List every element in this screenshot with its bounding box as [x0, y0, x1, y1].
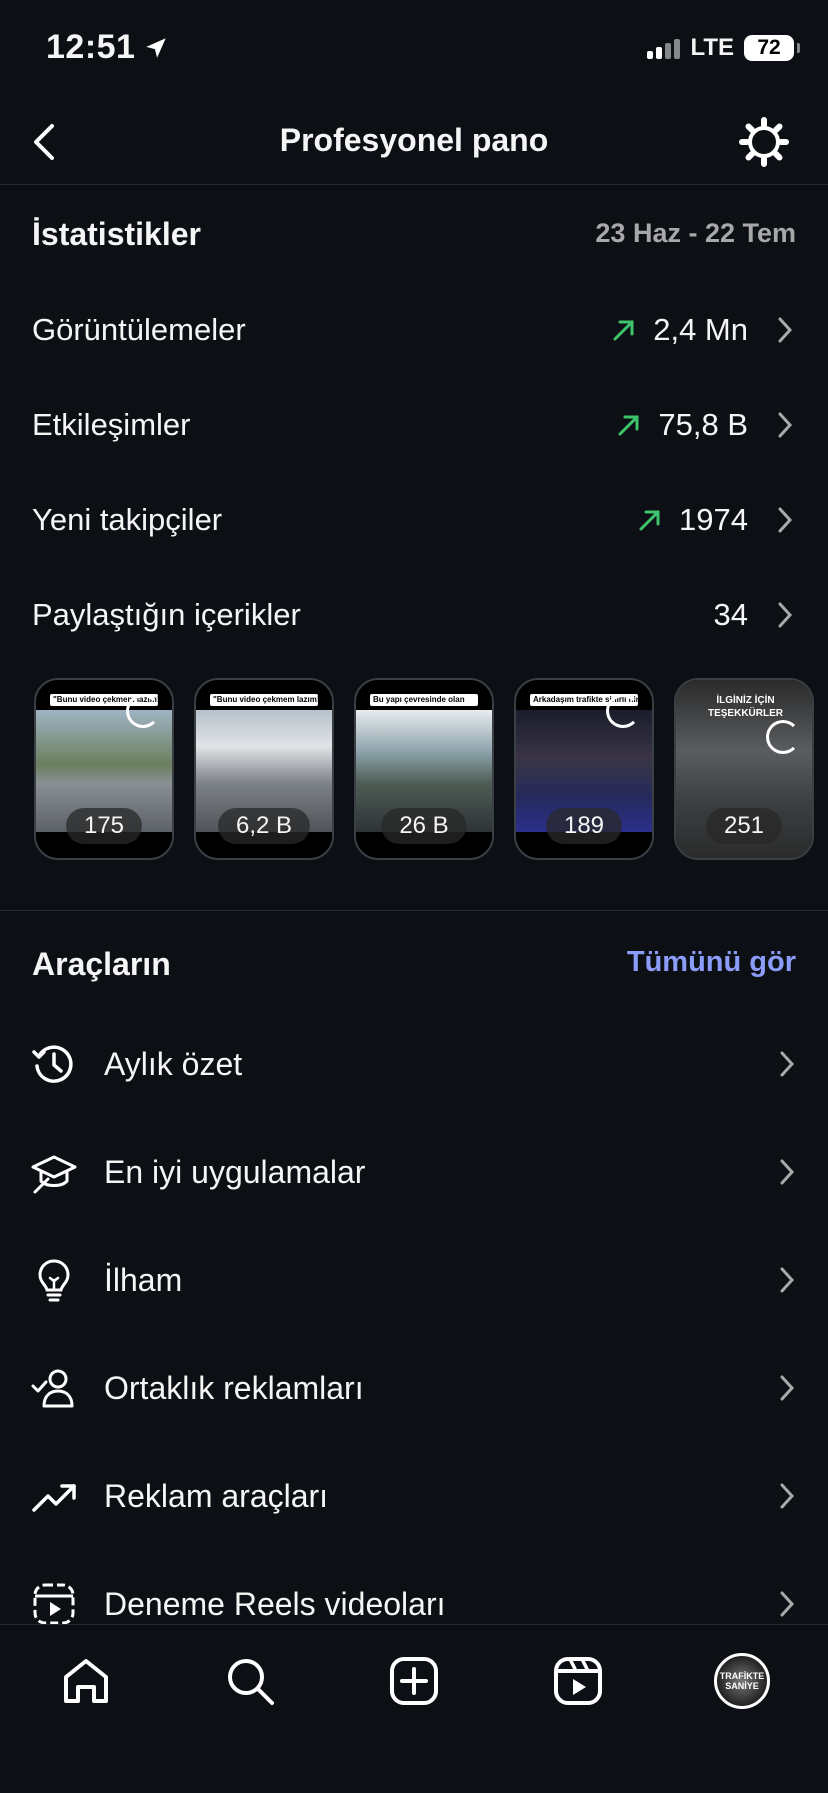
location-arrow-icon: [146, 37, 167, 58]
stat-row-new-followers[interactable]: Yeni takipçiler 1974: [32, 490, 796, 550]
stat-value-text: 2,4 Mn: [653, 312, 748, 347]
chevron-right-icon: [780, 1375, 795, 1401]
status-indicators: LTE 72: [647, 34, 800, 62]
chevron-right-icon: [780, 1267, 795, 1293]
chevron-right-icon: [778, 602, 793, 628]
stat-value-text: 1974: [679, 502, 748, 537]
content-thumbnail[interactable]: Arkadaşım trafikte sinirli nince 189: [514, 678, 654, 860]
home-icon[interactable]: [58, 1653, 114, 1709]
search-icon[interactable]: [222, 1653, 278, 1709]
tool-label: Deneme Reels videoları: [104, 1585, 446, 1622]
stat-label: Yeni takipçiler: [32, 502, 223, 537]
trend-up-icon: [32, 1484, 76, 1512]
chevron-right-icon: [778, 507, 793, 533]
content-thumbnail[interactable]: İLGİNİZ İÇİN TEŞEKKÜRLER 251: [674, 678, 814, 860]
network-type: LTE: [690, 34, 734, 61]
content-thumbnails: "Bunu video çekmem lazım!" 175 "Bunu vid…: [34, 678, 814, 860]
stat-label: Görüntülemeler: [32, 312, 246, 347]
chevron-right-icon: [780, 1159, 795, 1185]
reels-icon[interactable]: [550, 1653, 606, 1709]
chevron-right-icon: [778, 412, 793, 438]
stat-value: 34: [714, 597, 748, 633]
create-icon[interactable]: [386, 1653, 442, 1709]
tool-label: Reklam araçları: [104, 1477, 329, 1514]
stat-value: 2,4 Mn: [611, 312, 748, 348]
stat-value-text: 75,8 B: [658, 407, 748, 442]
view-count: 189: [545, 808, 623, 844]
reel-ring-icon: [606, 694, 640, 728]
battery-level: 72: [757, 36, 781, 59]
reels-icon: [33, 1583, 75, 1625]
lightbulb-icon: [38, 1259, 70, 1302]
stat-value-text: 34: [713, 597, 748, 632]
tool-label: Aylık özet: [104, 1045, 243, 1082]
view-count: 6,2 B: [217, 808, 311, 844]
tool-partnership-ads[interactable]: Ortaklık reklamları: [30, 1358, 798, 1418]
status-time-text: 12:51: [46, 28, 136, 66]
stat-value: 75,8 B: [616, 407, 748, 443]
avatar-text: TRAFİKTE SANİYE: [719, 1671, 765, 1691]
view-count: 26 B: [381, 808, 467, 844]
tool-ad-tools[interactable]: Reklam araçları: [30, 1466, 798, 1526]
tool-label: İlham: [104, 1261, 183, 1298]
tools-title: Araçların: [32, 946, 171, 982]
see-all-link[interactable]: Tümünü gör: [627, 946, 796, 979]
view-count: 175: [65, 808, 143, 844]
status-time: 12:51: [46, 28, 169, 67]
content-thumbnail[interactable]: "Bunu video çekmem lazım!" 6,2 B: [194, 678, 334, 860]
history-icon: [32, 1045, 73, 1083]
partner-check-icon: [31, 1369, 74, 1408]
header: Profesyonel pano: [0, 100, 828, 185]
content-thumbnail[interactable]: "Bunu video çekmem lazım!" 175: [34, 678, 174, 860]
tool-inspiration[interactable]: İlham: [30, 1250, 798, 1310]
stat-row-views[interactable]: Görüntülemeler 2,4 Mn: [32, 300, 796, 360]
tool-label: Ortaklık reklamları: [104, 1369, 364, 1406]
stat-row-shared-content[interactable]: Paylaştığın içerikler 34: [32, 585, 796, 645]
page-title: Profesyonel pano: [279, 122, 549, 158]
content-thumbnail[interactable]: Bu yapı çevresinde olan 26 B: [354, 678, 494, 860]
reel-ring-icon: [126, 694, 160, 728]
trend-up-arrow-icon: [618, 415, 639, 436]
thumbnail-caption: Bu yapı çevresinde olan: [370, 694, 478, 706]
view-count: 251: [705, 808, 783, 844]
profile-avatar[interactable]: TRAFİKTE SANİYE: [714, 1653, 770, 1709]
tool-label: En iyi uygulamalar: [104, 1153, 366, 1190]
date-range[interactable]: 23 Haz - 22 Tem: [595, 218, 796, 249]
stats-title: İstatistikler: [32, 216, 201, 252]
reel-ring-icon: [766, 720, 800, 754]
trend-up-arrow-icon: [613, 320, 634, 341]
section-divider: [0, 910, 828, 911]
tab-bar: TRAFİKTE SANİYE: [0, 1624, 828, 1793]
graduation-cap-icon: [31, 1155, 77, 1194]
stat-label: Paylaştığın içerikler: [32, 597, 301, 632]
chevron-right-icon: [780, 1051, 795, 1077]
stat-value: 1974: [637, 502, 748, 538]
signal-icon: [647, 37, 681, 59]
chevron-right-icon: [780, 1591, 795, 1617]
trend-up-arrow-icon: [639, 510, 660, 531]
settings-icon[interactable]: [738, 116, 790, 168]
battery-icon: 72: [744, 35, 800, 61]
chevron-right-icon: [780, 1483, 795, 1509]
stat-label: Etkileşimler: [32, 407, 191, 442]
stat-row-interactions[interactable]: Etkileşimler 75,8 B: [32, 395, 796, 455]
thumbnail-caption: "Bunu video çekmem lazım!": [210, 694, 318, 706]
thumbnail-caption: İLGİNİZ İÇİN TEŞEKKÜRLER: [707, 695, 783, 719]
chevron-right-icon: [778, 317, 793, 343]
tool-monthly-summary[interactable]: Aylık özet: [30, 1034, 798, 1094]
tool-best-practices[interactable]: En iyi uygulamalar: [30, 1142, 798, 1202]
